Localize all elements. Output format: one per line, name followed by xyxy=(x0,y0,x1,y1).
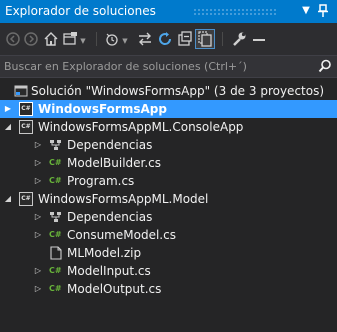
tree-item-file[interactable]: ▷ C# ModelInput.cs xyxy=(0,262,337,280)
tree-item-file[interactable]: MLModel.zip xyxy=(0,244,337,262)
show-all-files-icon[interactable] xyxy=(195,29,215,49)
toolbar: ▼ ▼ xyxy=(0,23,337,55)
expand-arrow-icon[interactable]: ▷ xyxy=(33,208,43,226)
expand-arrow-icon[interactable]: ▶ xyxy=(3,100,13,118)
csharp-project-icon: C# xyxy=(19,192,33,206)
tree-item-file[interactable]: ▷ C# ModelOutput.cs xyxy=(0,280,337,298)
back-icon[interactable] xyxy=(4,30,22,48)
tree-item-label: ModelBuilder.cs xyxy=(67,156,162,170)
tree-item-label: WindowsFormsAppML.Model xyxy=(38,192,209,206)
tree-item-label: ConsumeModel.cs xyxy=(67,228,176,242)
chevron-down-icon: ▼ xyxy=(122,37,128,45)
tree-item-file[interactable]: ▷ C# ModelBuilder.cs xyxy=(0,154,337,172)
sync-icon[interactable] xyxy=(136,30,154,48)
chevron-down-icon: ▼ xyxy=(80,37,86,45)
expand-arrow-icon[interactable]: ▷ xyxy=(33,154,43,172)
collapse-arrow-icon[interactable]: ◢ xyxy=(3,190,13,208)
toolbar-separator xyxy=(96,32,97,46)
tree-item-project-windowsformsapp[interactable]: ▶ C# WindowsFormsApp xyxy=(0,100,337,118)
solution-icon xyxy=(14,84,28,98)
tree-item-label: Dependencias xyxy=(67,138,153,152)
chevron-down-icon[interactable]: ▼ xyxy=(298,3,314,19)
csharp-file-icon: C# xyxy=(49,284,62,293)
tree-item-dependencies[interactable]: ▷ Dependencias xyxy=(0,208,337,226)
csharp-project-icon: C# xyxy=(19,120,33,134)
csharp-file-icon: C# xyxy=(49,230,62,239)
collapse-arrow-icon[interactable]: ◢ xyxy=(3,118,13,136)
solution-tree: Solución "WindowsFormsApp" (3 de 3 proye… xyxy=(0,82,337,298)
pending-changes-icon[interactable]: ▼ xyxy=(104,30,130,48)
tree-item-dependencies[interactable]: ▷ Dependencias xyxy=(0,136,337,154)
preview-icon[interactable] xyxy=(250,30,268,48)
title-grip xyxy=(193,8,278,15)
csharp-file-icon: C# xyxy=(49,158,62,167)
tree-item-label: Dependencias xyxy=(67,210,153,224)
expand-arrow-icon[interactable]: ▷ xyxy=(33,226,43,244)
search-input[interactable] xyxy=(4,59,304,74)
toolbar-separator xyxy=(222,32,223,46)
tree-item-label: Solución "WindowsFormsApp" (3 de 3 proye… xyxy=(31,84,325,98)
dependencies-icon xyxy=(49,210,63,224)
switch-views-icon[interactable]: ▼ xyxy=(62,30,88,48)
tree-item-file[interactable]: ▷ C# ConsumeModel.cs xyxy=(0,226,337,244)
tree-item-project-model[interactable]: ◢ C# WindowsFormsAppML.Model xyxy=(0,190,337,208)
collapse-all-icon[interactable] xyxy=(176,30,194,48)
tree-item-label: Program.cs xyxy=(67,174,135,188)
dependencies-icon xyxy=(49,138,63,152)
properties-icon[interactable] xyxy=(230,30,248,48)
tree-item-file[interactable]: ▷ C# Program.cs xyxy=(0,172,337,190)
csharp-file-icon: C# xyxy=(49,176,62,185)
home-icon[interactable] xyxy=(42,30,60,48)
expand-arrow-icon[interactable]: ▷ xyxy=(33,136,43,154)
expand-arrow-icon[interactable]: ▷ xyxy=(33,262,43,280)
search-icon[interactable] xyxy=(318,59,332,73)
forward-icon[interactable] xyxy=(22,30,40,48)
panel-title: Explorador de soluciones xyxy=(5,4,156,18)
tree-item-label: ModelOutput.cs xyxy=(67,282,162,296)
panel-title-bar[interactable]: Explorador de soluciones ▼ xyxy=(0,0,337,23)
tree-item-project-consoleapp[interactable]: ◢ C# WindowsFormsAppML.ConsoleApp xyxy=(0,118,337,136)
tree-item-label: MLModel.zip xyxy=(67,246,142,260)
search-box xyxy=(0,55,337,78)
tree-item-solution[interactable]: Solución "WindowsFormsApp" (3 de 3 proye… xyxy=(0,82,337,100)
refresh-icon[interactable] xyxy=(156,30,174,48)
csharp-file-icon: C# xyxy=(49,266,62,275)
pin-icon[interactable] xyxy=(315,3,331,19)
file-icon xyxy=(49,246,63,260)
tree-item-label: ModelInput.cs xyxy=(67,264,151,278)
expand-arrow-icon[interactable]: ▷ xyxy=(33,280,43,298)
tree-item-label: WindowsFormsAppML.ConsoleApp xyxy=(38,120,244,134)
tree-item-label: WindowsFormsApp xyxy=(38,102,167,116)
expand-arrow-icon[interactable]: ▷ xyxy=(33,172,43,190)
csharp-project-icon: C# xyxy=(19,102,33,116)
